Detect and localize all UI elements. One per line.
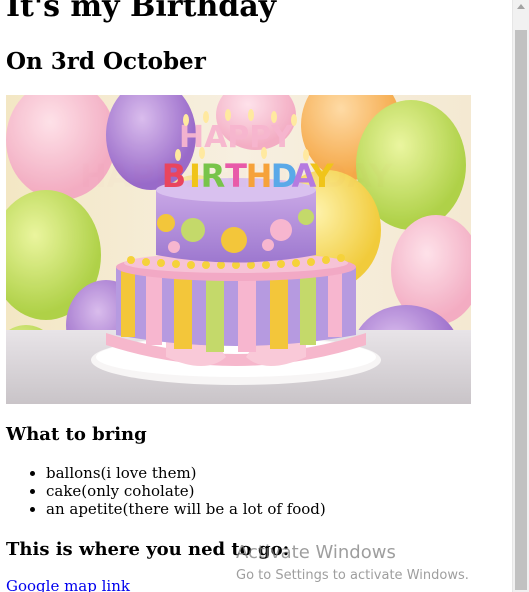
svg-text:T: T [225,157,247,195]
page-subtitle: On 3rd October [6,48,206,75]
list-item: an apetite(there will be a lot of food) [46,500,326,518]
activate-windows-subtitle: Go to Settings to activate Windows. [236,568,469,583]
google-map-link[interactable]: Google map link [6,577,130,592]
svg-text:Y: Y [309,157,334,195]
list-item: ballons(i love them) [46,464,326,482]
svg-text:HAPPY: HAPPY [179,120,294,155]
list-item: cake(only coholate) [46,482,326,500]
birthday-cake-photo: HAPPY HAPPY BIRTHDAY B I R T H D A Y [6,95,471,404]
what-to-bring-heading: What to bring [6,424,147,445]
birthday-cake-image: HAPPY HAPPY BIRTHDAY B I R T H D A Y [6,95,471,404]
vertical-scrollbar[interactable] [512,0,529,592]
scroll-up-arrow-icon[interactable] [517,4,525,9]
svg-text:R: R [201,157,226,195]
svg-text:B: B [162,157,186,195]
directions-heading: This is where you ned to go: [6,539,290,560]
svg-text:I: I [189,157,201,195]
svg-text:H: H [246,157,273,195]
scrollbar-thumb[interactable] [515,30,527,590]
bring-list: ballons(i love them) cake(only coholate)… [6,464,326,518]
page-title: It's my Birthday [6,0,277,24]
